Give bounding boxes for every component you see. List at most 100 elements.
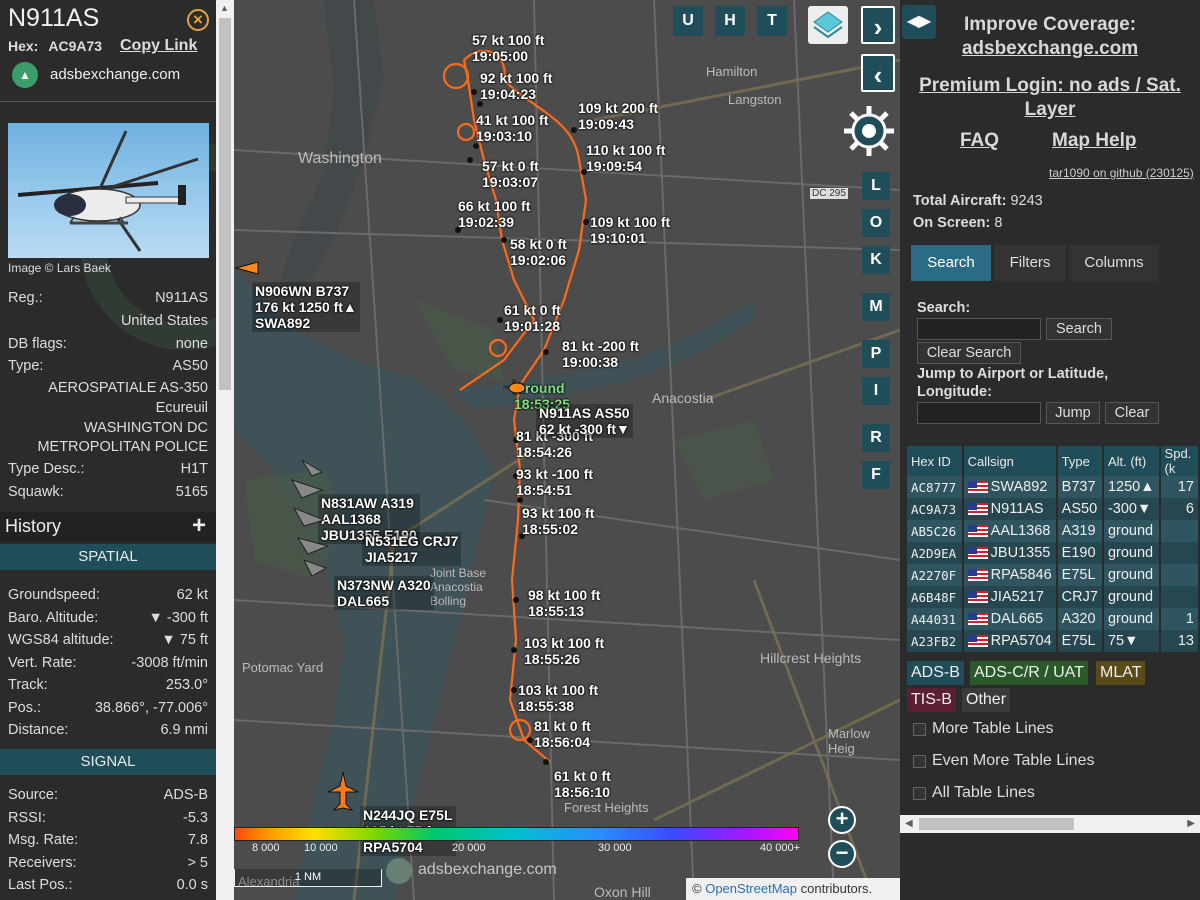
altitude-scale-ticks: 8 000 10 000 20 000 30 000 40 000+ — [234, 842, 834, 856]
column-header[interactable]: Hex ID — [907, 446, 964, 476]
track-point-label[interactable]: 103 kt 100 ft 18:55:38 — [518, 682, 598, 714]
ground-aircraft-icons[interactable] — [282, 450, 342, 580]
track-point-label[interactable]: 61 kt 0 ft 19:01:28 — [504, 302, 561, 334]
clear-search-button[interactable]: Clear Search — [917, 342, 1021, 364]
track-point-label[interactable]: 109 kt 200 ft 19:09:43 — [578, 100, 658, 132]
detail-value: > 5 — [187, 854, 208, 871]
checkbox-box[interactable] — [913, 787, 926, 800]
column-header[interactable]: Alt. (ft) — [1102, 446, 1161, 476]
map-button-i[interactable]: I — [862, 377, 890, 405]
expand-right-icon[interactable]: › — [861, 6, 895, 44]
track-point-label[interactable]: 98 kt 100 ft 18:55:13 — [528, 587, 600, 619]
column-header[interactable]: Spd. (k — [1159, 446, 1200, 476]
table-row[interactable]: A2D9EA JBU1355 E190 ground — [907, 542, 1200, 564]
checkbox-box[interactable] — [913, 755, 926, 768]
faq-link[interactable]: FAQ — [960, 130, 999, 152]
table-horizontal-scrollbar[interactable]: ◀ ▶ — [900, 815, 1200, 833]
aircraft-label[interactable]: N373NW A320 DAL665 — [334, 576, 434, 610]
track-point-label[interactable]: 66 kt 100 ft 19:02:39 — [458, 198, 530, 230]
map-button-u[interactable]: U — [673, 6, 703, 36]
aircraft-photo[interactable] — [8, 123, 209, 258]
zoom-in-icon[interactable]: + — [828, 806, 856, 834]
history-header[interactable]: History + — [0, 512, 216, 542]
settings-gear-icon[interactable] — [842, 104, 896, 158]
track-point-label[interactable]: 58 kt 0 ft 19:02:06 — [510, 236, 567, 268]
legend-chip[interactable]: ADS-C/R / UAT — [970, 661, 1088, 685]
scroll-right-icon[interactable]: ▶ — [1187, 818, 1195, 829]
track-point-label[interactable]: 93 kt 100 ft 18:55:02 — [522, 505, 594, 537]
track-point-label[interactable]: 109 kt 100 ft 19:10:01 — [590, 214, 670, 246]
tab-filters[interactable]: Filters — [994, 245, 1066, 281]
table-row[interactable]: A6B48F JIA5217 CRJ7 ground — [907, 586, 1200, 608]
aircraft-label[interactable]: N906WN B737 176 kt 1250 ft▲ SWA892 — [252, 282, 360, 332]
track-point-label[interactable]: 93 kt -100 ft 18:54:51 — [516, 466, 593, 498]
track-point-label[interactable]: 81 kt -200 ft 19:00:38 — [562, 338, 639, 370]
osm-link[interactable]: OpenStreetMap — [705, 881, 797, 896]
track-point-label[interactable]: 92 kt 100 ft 19:04:23 — [480, 70, 552, 102]
detail-key: Squawk: — [8, 484, 64, 500]
premium-login-link-2[interactable]: Layer — [900, 99, 1200, 121]
aircraft-label[interactable]: N531EG CRJ7 JIA5217 — [362, 532, 462, 566]
left-panel-scrollbar[interactable]: ▲ — [216, 0, 234, 900]
cell-hex: AC9A73 — [907, 498, 964, 520]
map-button-t[interactable]: T — [757, 6, 787, 36]
clear-button[interactable]: Clear — [1105, 402, 1159, 424]
table-row[interactable]: AC9A73 N911AS AS50 -300▼ 6 — [907, 498, 1200, 520]
expand-plus-icon[interactable]: + — [192, 512, 206, 540]
jump-button[interactable]: Jump — [1046, 402, 1100, 424]
table-row[interactable]: A2270F RPA5846 E75L ground — [907, 564, 1200, 586]
track-point-label[interactable]: 110 kt 100 ft 19:09:54 — [586, 142, 665, 174]
legend-chip[interactable]: TIS-B — [907, 688, 956, 712]
track-point-label[interactable]: 61 kt 0 ft 18:56:10 — [554, 768, 611, 800]
checkbox-box[interactable] — [913, 723, 926, 736]
aircraft-label[interactable]: N911AS AS50 62 kt -300 ft▼ — [536, 404, 633, 438]
column-header[interactable]: Callsign — [962, 446, 1058, 476]
scroll-left-icon[interactable]: ◀ — [905, 818, 913, 829]
search-button[interactable]: Search — [1046, 318, 1112, 340]
legend-chip[interactable]: Other — [962, 688, 1011, 712]
scrollbar-thumb[interactable] — [919, 818, 1074, 830]
copy-link-button[interactable]: Copy Link — [120, 37, 197, 55]
callsign-text: DAL665 — [990, 611, 1044, 627]
map-button-f[interactable]: F — [862, 461, 890, 489]
premium-login-link[interactable]: Premium Login: no ads / Sat. — [900, 75, 1200, 97]
map-button-h[interactable]: H — [715, 6, 745, 36]
layers-button[interactable] — [808, 6, 848, 44]
jump-input[interactable] — [917, 402, 1041, 424]
table-row[interactable]: AB5C26 AAL1368 A319 ground — [907, 520, 1200, 542]
detail-value: 253.0° — [165, 677, 208, 693]
map-help-link[interactable]: Map Help — [1052, 130, 1136, 152]
map-button-r[interactable]: R — [862, 424, 890, 452]
zoom-out-icon[interactable]: − — [828, 840, 856, 868]
legend-chip[interactable]: ADS-B — [907, 661, 964, 685]
helicopter-icon[interactable] — [500, 376, 530, 398]
table-row[interactable]: A44031 DAL665 A320 ground 1 — [907, 608, 1200, 630]
scroll-up-icon[interactable]: ▲ — [220, 3, 229, 13]
track-point-label[interactable]: 103 kt 100 ft 18:55:26 — [524, 635, 604, 667]
tab-columns[interactable]: Columns — [1069, 245, 1159, 281]
map-button-p[interactable]: P — [862, 340, 890, 368]
aircraft-icon[interactable] — [234, 252, 260, 284]
close-icon[interactable]: × — [187, 9, 209, 31]
map-button-l[interactable]: L — [862, 172, 890, 200]
column-header[interactable]: Type — [1056, 446, 1104, 476]
aircraft-icon[interactable] — [326, 770, 360, 816]
improve-coverage-link[interactable]: adsbexchange.com — [900, 38, 1200, 60]
collapse-left-icon[interactable]: ‹ — [861, 54, 895, 92]
map-button-k[interactable]: K — [862, 246, 890, 274]
tab-search[interactable]: Search — [911, 245, 991, 281]
map-button-o[interactable]: O — [862, 209, 890, 237]
table-row[interactable]: AC8777 SWA892 B737 1250▲ 17 — [907, 476, 1200, 498]
cell-callsign: JIA5217 — [962, 586, 1058, 608]
track-point-label[interactable]: 81 kt 0 ft 18:56:04 — [534, 718, 591, 750]
map-button-m[interactable]: M — [862, 293, 890, 321]
map-view[interactable]: Washington Hamilton Langston Hillcrest H… — [234, 0, 900, 900]
search-input[interactable] — [917, 318, 1041, 340]
track-point-label[interactable]: 57 kt 100 ft 19:05:00 — [472, 32, 544, 64]
table-row[interactable]: A23FB2 RPA5704 E75L 75▼ 13 — [907, 630, 1200, 652]
github-link[interactable]: tar1090 on github (230125) — [1049, 166, 1194, 180]
track-point-label[interactable]: 41 kt 100 ft 19:03:10 — [476, 112, 548, 144]
scrollbar-thumb[interactable] — [219, 18, 231, 390]
legend-chip[interactable]: MLAT — [1096, 661, 1146, 685]
track-point-label[interactable]: 57 kt 0 ft 19:03:07 — [482, 158, 539, 190]
